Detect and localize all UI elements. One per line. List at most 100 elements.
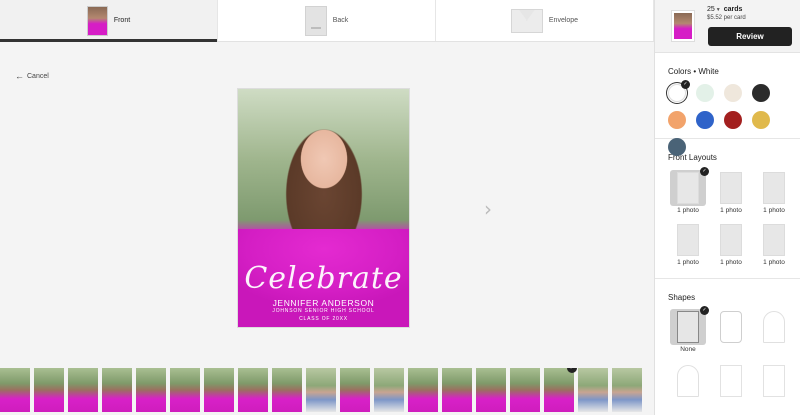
design-thumbnail[interactable] bbox=[136, 368, 166, 412]
color-swatch-orange[interactable] bbox=[668, 111, 686, 129]
card-school: JOHNSON SENIOR HIGH SCHOOL bbox=[272, 308, 375, 314]
shape-preview bbox=[713, 309, 749, 345]
layout-photo-placeholder bbox=[677, 224, 699, 256]
layout-label: 1 photo bbox=[720, 207, 742, 214]
color-swatch-red[interactable] bbox=[724, 111, 742, 129]
design-thumbnail[interactable] bbox=[102, 368, 132, 412]
chevron-down-icon: ▼ bbox=[715, 7, 721, 13]
card-script-text: Celebrate bbox=[244, 261, 403, 296]
shape-label: None bbox=[680, 346, 696, 353]
shape-grid: None bbox=[668, 306, 800, 400]
color-swatch-slate[interactable] bbox=[668, 138, 686, 156]
layout-photo-placeholder bbox=[677, 172, 699, 204]
design-thumbnail[interactable] bbox=[510, 368, 540, 412]
design-thumbnail[interactable] bbox=[306, 368, 336, 412]
design-tabs: Front Back Envelope bbox=[0, 0, 654, 42]
shape-option[interactable] bbox=[754, 309, 794, 353]
color-swatch-white[interactable] bbox=[668, 80, 690, 102]
layout-preview bbox=[713, 222, 749, 258]
quantity-unit: cards bbox=[723, 6, 743, 13]
tab-front-label: Front bbox=[113, 17, 131, 24]
quantity-value: 25 bbox=[707, 6, 715, 13]
layout-grid: 1 photo 1 photo 1 photo 1 photo 1 photo 1 pho… bbox=[668, 167, 800, 266]
tab-envelope[interactable]: Envelope bbox=[436, 0, 654, 41]
shape-option[interactable] bbox=[754, 363, 794, 400]
color-swatch-blue[interactable] bbox=[696, 111, 714, 129]
layout-photo-placeholder bbox=[763, 224, 785, 256]
design-thumbnail[interactable] bbox=[476, 368, 506, 412]
layout-preview bbox=[756, 222, 792, 258]
arrow-left-icon: ← bbox=[15, 71, 24, 81]
cancel-link[interactable]: ← Cancel bbox=[15, 71, 49, 81]
design-thumbnail[interactable] bbox=[442, 368, 472, 412]
layout-option[interactable]: 1 photo bbox=[711, 222, 751, 266]
colors-section: Colors • White bbox=[655, 53, 800, 156]
design-thumbnail[interactable] bbox=[68, 368, 98, 412]
cancel-label: Cancel bbox=[27, 72, 49, 80]
color-swatch-black[interactable] bbox=[752, 84, 770, 102]
design-thumbnail[interactable] bbox=[204, 368, 234, 412]
design-thumbnail[interactable] bbox=[0, 368, 30, 412]
design-thumbnail[interactable] bbox=[578, 368, 608, 412]
shape-outline bbox=[763, 365, 785, 397]
front-layouts-section: Front Layouts 1 photo1 photo1 photo1 pho… bbox=[655, 139, 800, 279]
shape-preview bbox=[670, 306, 709, 345]
card-class-of: CLASS OF 20XX bbox=[299, 316, 348, 322]
design-thumbnail[interactable] bbox=[34, 368, 64, 412]
shape-option[interactable] bbox=[711, 309, 751, 353]
layout-preview bbox=[670, 167, 709, 206]
price-per-card: $5.52 per card bbox=[707, 15, 746, 21]
color-swatch-gold[interactable] bbox=[752, 111, 770, 129]
tab-back[interactable]: Back bbox=[218, 0, 436, 41]
layout-label: 1 photo bbox=[763, 207, 785, 214]
design-thumbnail[interactable] bbox=[238, 368, 268, 412]
design-thumbnail[interactable] bbox=[340, 368, 370, 412]
back-thumbnail bbox=[304, 5, 327, 36]
shape-preview bbox=[756, 309, 792, 345]
design-thumbnail[interactable] bbox=[408, 368, 438, 412]
review-button[interactable]: Review bbox=[708, 27, 792, 46]
shape-outline bbox=[720, 365, 742, 397]
design-thumbnail[interactable] bbox=[170, 368, 200, 412]
layout-label: 1 photo bbox=[720, 259, 742, 266]
envelope-thumbnail bbox=[510, 8, 543, 33]
shape-option[interactable] bbox=[711, 363, 751, 400]
design-thumbnail[interactable] bbox=[612, 368, 642, 412]
color-swatch-mint[interactable] bbox=[696, 84, 714, 102]
shape-outline bbox=[677, 311, 699, 343]
chevron-right-icon[interactable]: › bbox=[484, 197, 492, 221]
tab-envelope-label: Envelope bbox=[548, 17, 579, 24]
order-summary: 25▼ cards $5.52 per card Review bbox=[655, 0, 800, 53]
layout-option[interactable]: 1 photo bbox=[668, 222, 708, 266]
design-thumbnail[interactable] bbox=[544, 368, 577, 412]
shape-outline bbox=[720, 311, 742, 343]
options-sidebar: 25▼ cards $5.52 per card Review Colors • … bbox=[654, 0, 800, 415]
quantity-select[interactable]: 25▼ cards bbox=[707, 6, 742, 13]
layout-label: 1 photo bbox=[763, 259, 785, 266]
shape-option[interactable]: None bbox=[668, 306, 709, 353]
design-thumbnail-strip bbox=[0, 368, 654, 412]
shape-outline bbox=[677, 365, 699, 397]
design-thumbnail[interactable] bbox=[374, 368, 404, 412]
layout-option[interactable]: 1 photo bbox=[668, 167, 709, 214]
shape-preview bbox=[670, 363, 706, 399]
front-thumbnail bbox=[86, 5, 108, 36]
card-preview[interactable]: Celebrate JENNIFER ANDERSON JOHNSON SENI… bbox=[237, 88, 410, 328]
layout-label: 1 photo bbox=[677, 207, 699, 214]
layout-preview bbox=[713, 170, 749, 206]
layout-option[interactable]: 1 photo bbox=[711, 170, 751, 214]
layout-option[interactable]: 1 photo bbox=[754, 222, 794, 266]
color-swatch-cream[interactable] bbox=[724, 84, 742, 102]
layout-option[interactable]: 1 photo bbox=[754, 170, 794, 214]
layout-photo-placeholder bbox=[720, 172, 742, 204]
shapes-section: Shapes None bbox=[655, 279, 800, 409]
shape-preview bbox=[756, 363, 792, 399]
layout-photo-placeholder bbox=[763, 172, 785, 204]
layout-label: 1 photo bbox=[677, 259, 699, 266]
shape-option[interactable] bbox=[668, 363, 708, 400]
shapes-title: Shapes bbox=[668, 293, 696, 302]
layout-photo-placeholder bbox=[720, 224, 742, 256]
design-thumbnail[interactable] bbox=[272, 368, 302, 412]
tab-front[interactable]: Front bbox=[0, 0, 218, 42]
colors-title: Colors • White bbox=[668, 67, 719, 76]
